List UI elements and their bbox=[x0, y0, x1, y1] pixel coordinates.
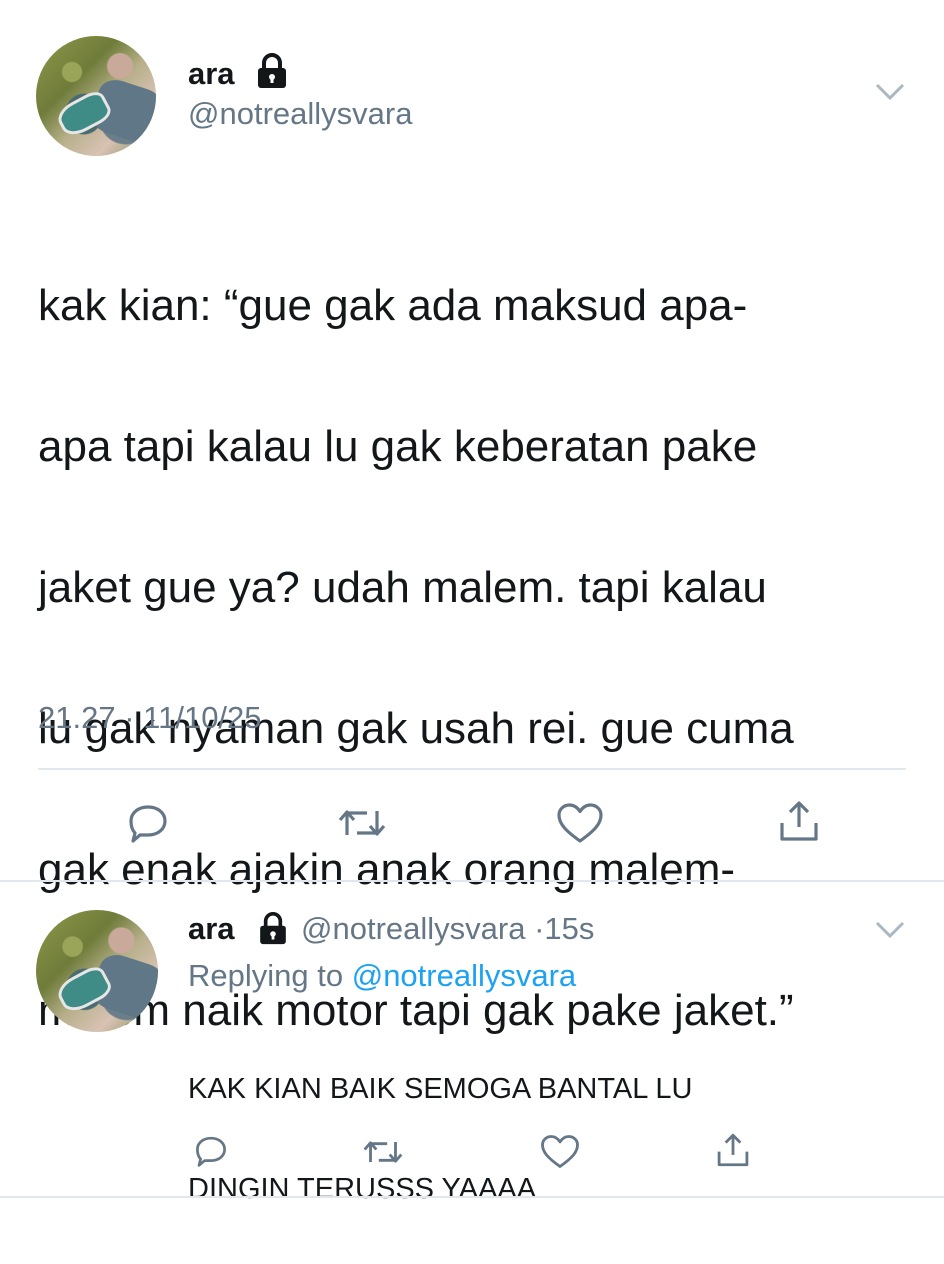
timestamp[interactable]: 21.27 · 11/10/25 bbox=[38, 700, 262, 736]
chevron-down-icon[interactable] bbox=[874, 920, 906, 940]
replying-handle-link[interactable]: @notreallysvara bbox=[352, 958, 576, 993]
reply-button[interactable] bbox=[127, 803, 169, 843]
share-icon bbox=[780, 801, 818, 841]
reply-line: KAK KIAN BAIK SEMOGA BANTAL LU bbox=[188, 1073, 693, 1105]
retweet-icon bbox=[363, 1141, 403, 1163]
reply-dot: · bbox=[534, 911, 545, 946]
date: 11/10/25 bbox=[143, 700, 262, 735]
display-name[interactable]: ara bbox=[188, 56, 235, 92]
section-divider bbox=[0, 880, 944, 882]
reply-button[interactable] bbox=[194, 1135, 228, 1167]
replying-prefix: Replying to bbox=[188, 958, 344, 993]
tweet-line: gak enak ajakin anak orang malem- bbox=[38, 844, 736, 894]
retweet-icon bbox=[338, 810, 386, 836]
tweet-line: jaket gue ya? udah malem. tapi kalau bbox=[38, 562, 767, 612]
lock-icon bbox=[260, 912, 286, 945]
reply-line: DINGIN TERUSSS YAAAA bbox=[188, 1173, 537, 1205]
avatar[interactable] bbox=[36, 36, 156, 156]
divider bbox=[38, 768, 906, 770]
tweet-line: kak kian: “gue gak ada maksud apa- bbox=[38, 280, 748, 330]
like-icon bbox=[557, 803, 603, 843]
like-button[interactable] bbox=[540, 1134, 580, 1169]
chevron-down-icon[interactable] bbox=[874, 82, 906, 102]
reply-header: ara bbox=[188, 911, 235, 947]
reply-icon bbox=[129, 805, 167, 843]
like-icon bbox=[541, 1135, 579, 1168]
separator: · bbox=[124, 700, 135, 735]
time: 21.27 bbox=[38, 700, 116, 735]
retweet-button[interactable] bbox=[337, 805, 387, 841]
retweet-button[interactable] bbox=[362, 1137, 404, 1167]
reply-handle-line: @notreallysvara ·15s bbox=[301, 911, 594, 947]
reply-handle[interactable]: @notreallysvara bbox=[301, 911, 525, 946]
lock-icon bbox=[258, 53, 286, 88]
reply-age[interactable]: 15s bbox=[544, 911, 594, 946]
share-button[interactable] bbox=[777, 799, 821, 843]
reply-avatar[interactable] bbox=[36, 910, 158, 1032]
tweet-line: apa tapi kalau lu gak keberatan pake bbox=[38, 421, 758, 471]
handle[interactable]: @notreallysvara bbox=[188, 96, 412, 132]
reply-icon bbox=[196, 1136, 226, 1167]
share-button[interactable] bbox=[715, 1132, 751, 1168]
reply-display-name[interactable]: ara bbox=[188, 911, 235, 946]
like-button[interactable] bbox=[556, 802, 604, 844]
bottom-divider bbox=[0, 1196, 944, 1198]
share-icon bbox=[717, 1133, 749, 1167]
replying-to: Replying to @notreallysvara bbox=[188, 958, 576, 994]
display-name-text[interactable]: ara bbox=[188, 56, 235, 91]
